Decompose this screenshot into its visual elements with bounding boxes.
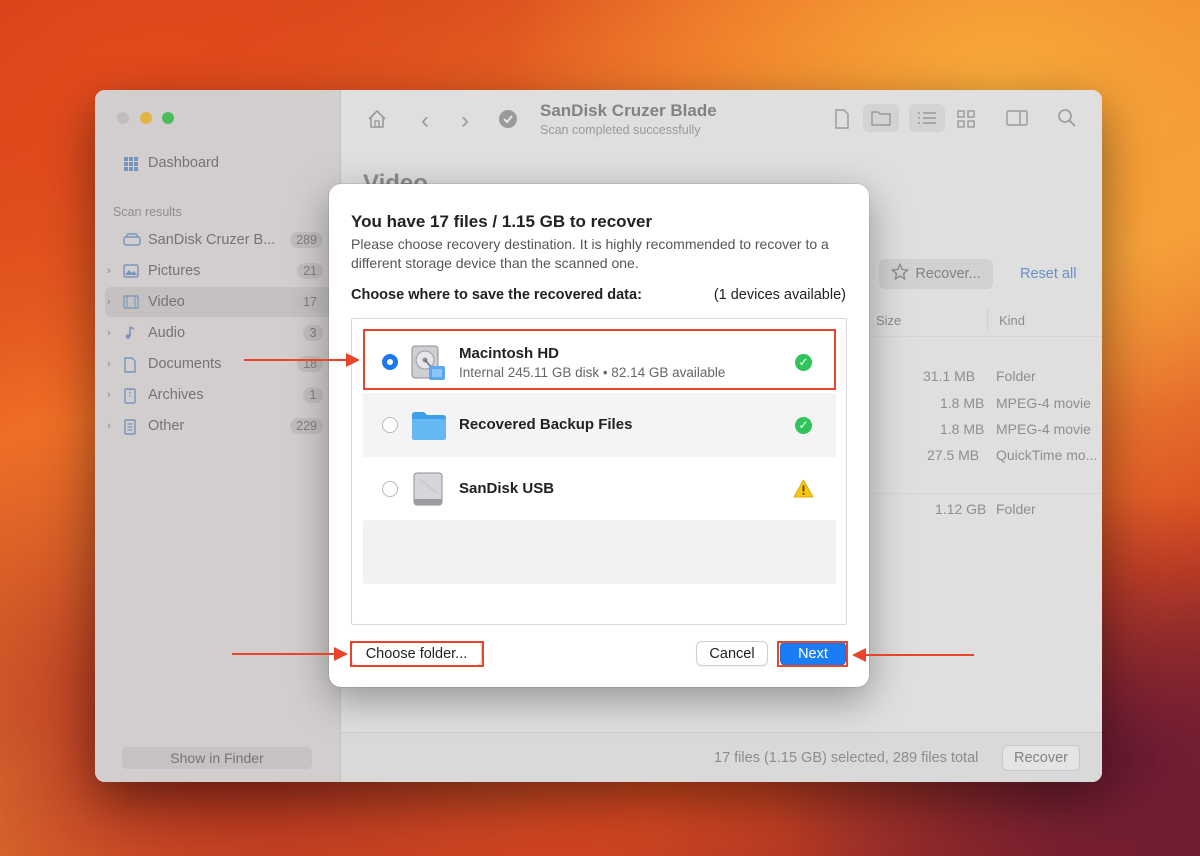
dialog-description: Please choose recovery destination. It i… [351, 236, 829, 271]
highlight-choose-folder [350, 641, 484, 667]
destination-name: Recovered Backup Files [459, 416, 633, 433]
choose-destination-label: Choose where to save the recovered data: [351, 287, 642, 303]
recovery-destination-dialog: You have 17 files / 1.15 GB to recover P… [329, 184, 869, 687]
external-disk-icon [411, 471, 445, 507]
destination-item-sandisk-usb[interactable]: SanDisk USB [363, 457, 836, 521]
arrow-to-macintosh-hd [244, 353, 360, 367]
destination-item-recovered-backup-files[interactable]: Recovered Backup Files ✓ [363, 393, 836, 457]
folder-icon [411, 407, 446, 443]
devices-available-count: (1 devices available) [713, 287, 846, 303]
destination-radio[interactable] [382, 417, 398, 433]
warning-icon [793, 479, 814, 503]
destination-name: SanDisk USB [459, 480, 555, 497]
highlight-next [777, 641, 848, 667]
empty-list-slot [363, 520, 836, 584]
dialog-title: You have 17 files / 1.15 GB to recover [351, 212, 653, 231]
arrow-to-choose-folder [232, 647, 348, 661]
arrow-to-next [852, 648, 974, 662]
cancel-button[interactable]: Cancel [696, 641, 768, 666]
destination-radio[interactable] [382, 481, 398, 497]
highlight-macintosh-hd [363, 329, 836, 390]
checkmark-icon: ✓ [795, 417, 812, 434]
